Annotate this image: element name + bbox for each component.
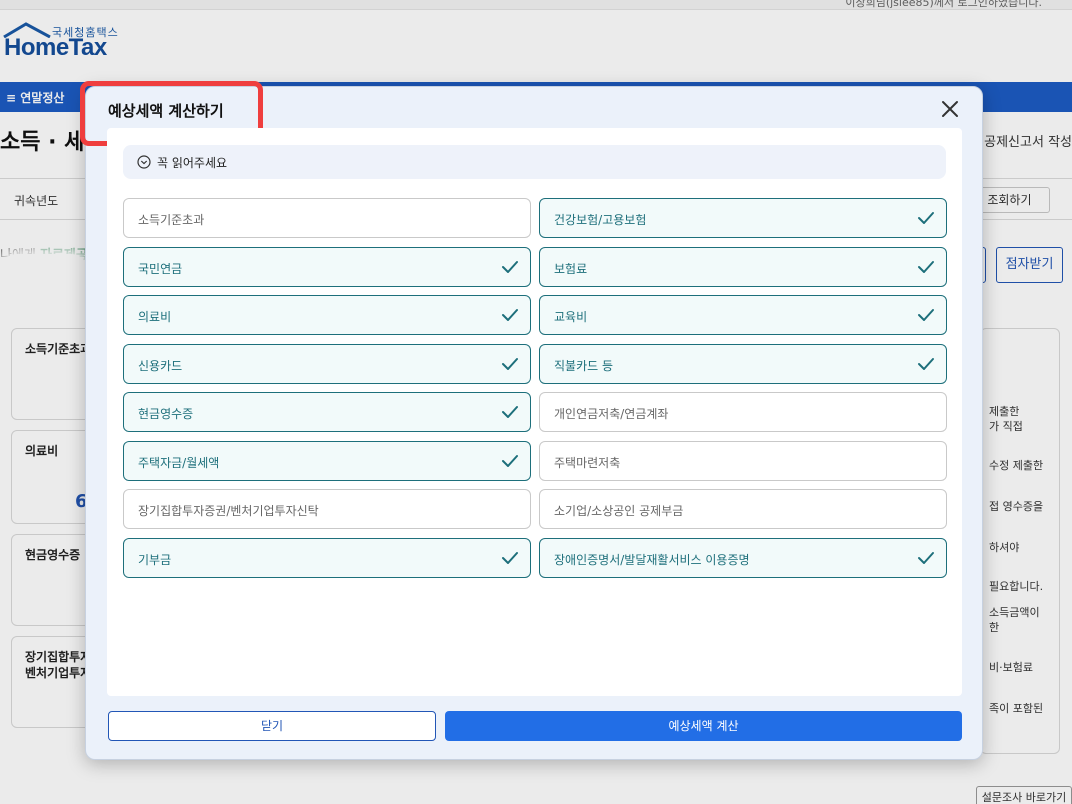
chevron-down-circle-icon [137,155,151,169]
check-icon [918,357,934,370]
check-icon [918,212,934,224]
check-icon [502,406,518,418]
deduction-item-label: 장애인증명서/발달재활서비스 이용증명 [554,552,750,567]
check-icon [918,551,934,564]
check-icon [502,309,518,321]
close-button[interactable]: 닫기 [108,711,436,741]
deduction-item-label: 신용카드 [138,358,183,373]
deduction-item[interactable]: 장기집합투자증권/벤처기업투자신탁 [123,489,531,529]
deduction-item[interactable]: 소득기준초과 [123,198,531,238]
deduction-item[interactable]: 소기업/소상공인 공제부금 [539,489,947,529]
deduction-item-label: 소기업/소상공인 공제부금 [554,504,684,518]
check-icon [918,309,934,321]
check-icon [502,357,518,370]
notice-toggle[interactable]: 꼭 읽어주세요 [123,145,946,179]
deduction-item[interactable]: 교육비 [539,295,947,335]
deduction-item-label: 기부금 [138,552,172,567]
deduction-item[interactable]: 현금영수증 [123,392,531,432]
notice-label: 꼭 읽어주세요 [157,156,228,170]
deduction-item-label: 보험료 [554,261,588,276]
deduction-item[interactable]: 의료비 [123,295,531,335]
deduction-item-label: 개인연금저축/연금계좌 [554,407,669,421]
deduction-item[interactable]: 개인연금저축/연금계좌 [539,392,947,432]
deduction-item[interactable]: 주택자금/월세액 [123,440,531,481]
modal-title: 예상세액 계산하기 [108,102,224,120]
deduction-item[interactable]: 기부금 [123,537,531,578]
deduction-item-label: 장기집합투자증권/벤처기업투자신탁 [138,504,319,518]
deduction-item[interactable]: 보험료 [539,246,947,287]
check-icon [502,260,518,273]
check-icon [502,454,518,467]
deduction-item-label: 국민연금 [138,261,183,276]
deduction-item[interactable]: 건강보험/고용보험 [539,198,947,238]
deduction-item-label: 의료비 [138,310,172,324]
deduction-item-label: 소득기준초과 [138,213,205,227]
check-icon [918,260,934,273]
deduction-item[interactable]: 장애인증명서/발달재활서비스 이용증명 [539,537,947,578]
modal-body: 꼭 읽어주세요 소득기준초과 건강보험/고용보험국민연금 보험료의료비 교육비신용카드… [107,128,962,696]
deduction-item-label: 직불카드 등 [554,358,614,373]
deduction-item[interactable]: 국민연금 [123,246,531,287]
deduction-item[interactable]: 주택마련저축 [539,440,947,481]
estimated-tax-modal: 예상세액 계산하기 꼭 읽어주세요 소득기준초과 건강보험/고용보험국민연금 보험료… [80,81,983,760]
check-icon [502,551,518,564]
deduction-item-label: 현금영수증 [138,407,194,421]
calculate-tax-button[interactable]: 예상세액 계산 [445,711,962,741]
deduction-item-label: 건강보험/고용보험 [554,213,647,227]
deduction-item[interactable]: 신용카드 [123,343,531,384]
deduction-item-label: 주택마련저축 [554,455,621,470]
deduction-item[interactable]: 직불카드 등 [539,343,947,384]
close-icon[interactable] [936,95,964,123]
deduction-item-label: 교육비 [554,310,588,324]
deduction-item-label: 주택자금/월세액 [138,455,220,470]
